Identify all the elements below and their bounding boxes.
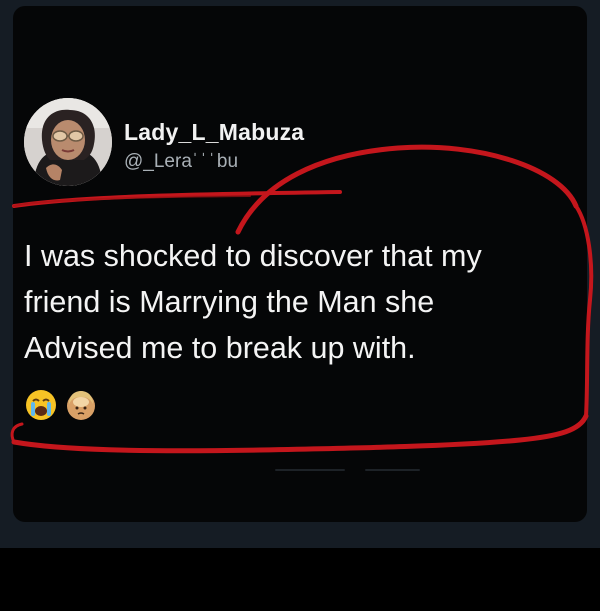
- handle-visible-end: bu: [216, 151, 239, 172]
- person-face-palm-icon: [64, 388, 98, 422]
- tweet-text-line-2: friend is Marrying the Man she: [24, 285, 435, 319]
- tweet-text-line-1: I was shocked to discover that my: [24, 239, 482, 273]
- tweet-text: I was shocked to discover that my friend…: [24, 233, 584, 371]
- avatar[interactable]: [24, 98, 112, 186]
- tweet-text-line-3: Advised me to break up with.: [24, 331, 416, 365]
- handle[interactable]: @_Leraˈˈˈbu: [124, 151, 238, 173]
- avatar-image: [24, 98, 112, 186]
- handle-censor-marks: ˈˈˈ: [191, 151, 217, 172]
- crying-face-icon: [24, 388, 58, 422]
- faint-divider: [365, 469, 420, 471]
- display-name[interactable]: Lady_L_Mabuza: [124, 119, 304, 146]
- bottom-black-band: [0, 548, 600, 611]
- faint-divider: [275, 469, 345, 471]
- handle-visible: @_Lera: [124, 151, 192, 172]
